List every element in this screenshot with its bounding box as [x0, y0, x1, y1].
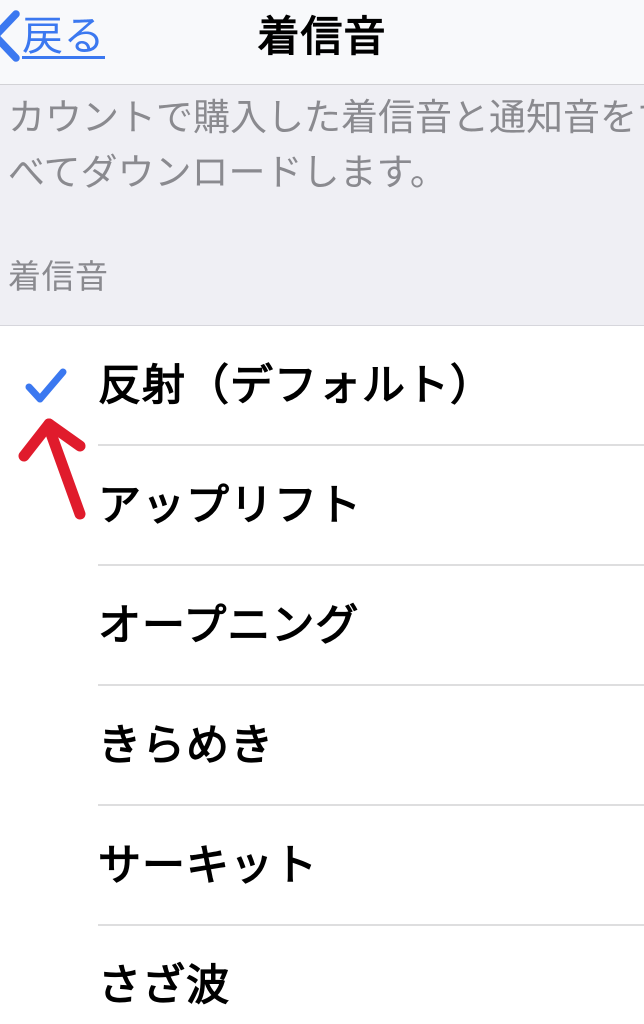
download-tones-footer-note: …Apple IDアカウントで購入した着信音と通知音をす カウントで購入した着信…	[8, 85, 644, 200]
list-item[interactable]: アップリフト	[0, 446, 644, 566]
footer-note-line-3: べてダウンロードします。	[8, 152, 447, 193]
list-item[interactable]: オープニング	[0, 566, 644, 686]
section-header-ringtones: 着信音	[8, 258, 109, 295]
ringtone-list: 反射（デフォルト） アップリフト オープニング きらめき サーキット さざ波	[0, 326, 644, 1024]
list-item-label: オープニング	[98, 602, 360, 650]
section-header-group: …Apple IDアカウントで購入した着信音と通知音をす カウントで購入した着信…	[0, 85, 644, 326]
list-item-label: さざ波	[98, 962, 230, 1010]
list-item[interactable]: さざ波	[0, 926, 644, 1024]
navigation-bar: 戻る 着信音	[0, 0, 644, 85]
ringtone-settings-screen: 戻る 着信音 …Apple IDアカウントで購入した着信音と通知音をす カウント…	[0, 0, 644, 1024]
list-item-label: アップリフト	[98, 482, 362, 530]
list-item[interactable]: サーキット	[0, 806, 644, 926]
list-item[interactable]: きらめき	[0, 686, 644, 806]
list-item-label: サーキット	[98, 842, 318, 890]
page-title: 着信音	[257, 13, 387, 60]
list-item-label: きらめき	[98, 722, 274, 770]
footer-note-line-2: カウントで購入した着信音と通知音をす	[8, 97, 644, 138]
list-item[interactable]: 反射（デフォルト）	[0, 326, 644, 446]
list-item-label: 反射（デフォルト）	[98, 362, 494, 410]
checkmark-icon	[25, 368, 67, 403]
